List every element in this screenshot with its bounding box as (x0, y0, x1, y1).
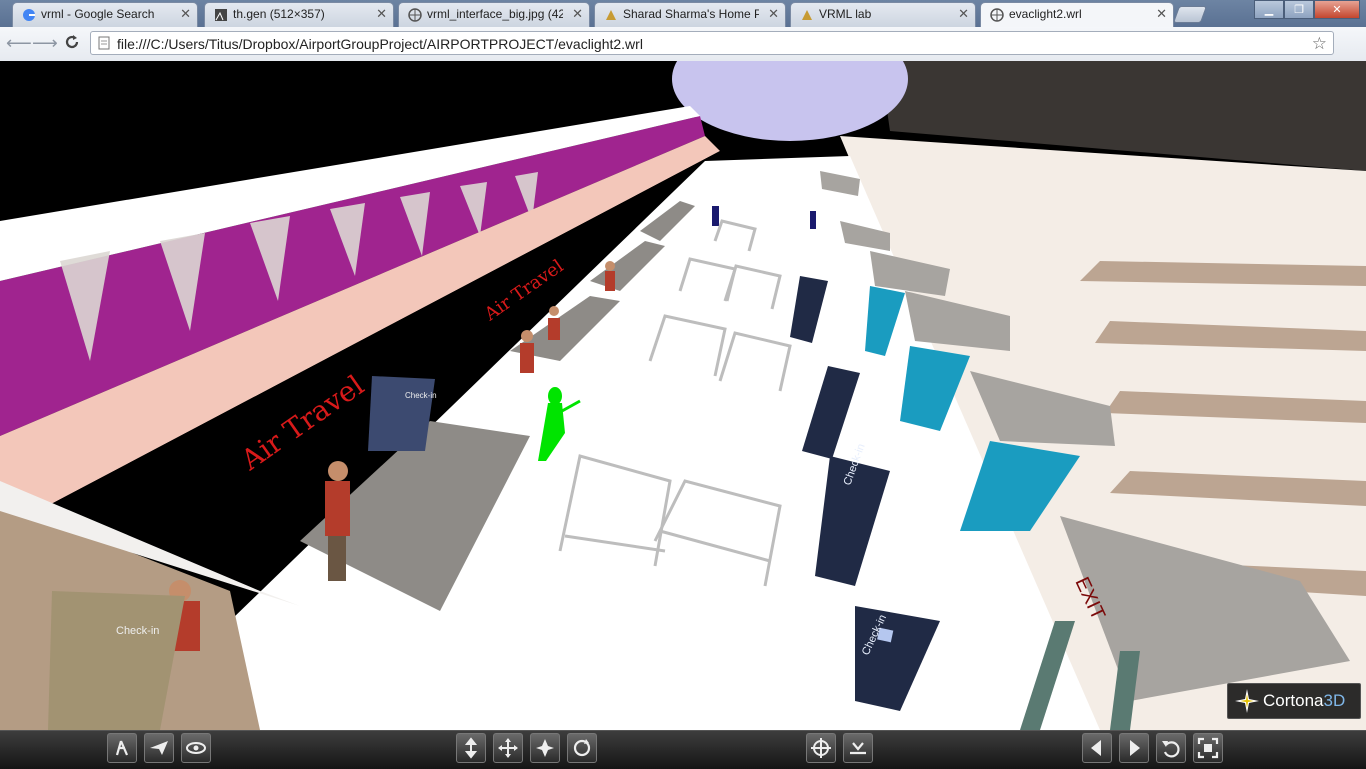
url-text: file:///C:/Users/Titus/Dropbox/AirportGr… (117, 36, 643, 52)
tab-title: vrml - Google Search (41, 7, 155, 21)
close-window-button[interactable]: ✕ (1314, 0, 1360, 19)
fly-icon (150, 741, 168, 755)
fly-button[interactable] (144, 733, 174, 763)
page-icon (799, 7, 814, 22)
window-controls: ▁ ❐ ✕ (1254, 0, 1360, 19)
previous-viewpoint-icon (1091, 740, 1101, 756)
cortona-toolbar (0, 730, 1366, 769)
forward-button[interactable]: ⟶ (32, 33, 58, 53)
google-icon (21, 7, 36, 22)
vrml-viewport[interactable]: Air Travel Air Travel Check-in Check-in … (0, 61, 1366, 730)
plan-icon (464, 737, 478, 759)
study-button[interactable] (181, 733, 211, 763)
close-icon[interactable]: ✕ (572, 6, 583, 22)
tab-image-th-gen[interactable]: th.gen (512×357) ✕ (204, 2, 394, 27)
cortona-logo: Cortona3D (1227, 683, 1361, 719)
walk-icon (115, 740, 129, 756)
fit-icon (1197, 737, 1219, 759)
close-icon[interactable]: ✕ (768, 6, 779, 22)
bookmark-star-icon[interactable]: ☆ (1312, 34, 1327, 54)
restore-button[interactable] (1156, 733, 1186, 763)
minimize-button[interactable]: ▁ (1254, 0, 1284, 19)
page-icon (98, 36, 110, 50)
align-button[interactable] (843, 733, 873, 763)
tab-title: evaclight2.wrl (1009, 7, 1082, 21)
globe-icon (989, 7, 1004, 22)
tab-vrml-interface[interactable]: vrml_interface_big.jpg (420× ✕ (398, 2, 590, 27)
goto-icon (811, 738, 831, 758)
airport-3d-scene: Air Travel Air Travel Check-in Check-in … (0, 61, 1366, 730)
kiosk-label: Check-in (116, 625, 159, 637)
globe-icon (407, 7, 422, 22)
back-button[interactable]: ⟵ (6, 33, 32, 53)
restore-icon (1162, 741, 1180, 758)
roll-button[interactable] (567, 733, 597, 763)
pan-button[interactable] (493, 733, 523, 763)
turn-icon (536, 739, 554, 757)
browser-toolbar: ⟵ ⟶ file:///C:/Users/Titus/Dropbox/Airpo… (0, 27, 1366, 79)
tab-vrml-lab[interactable]: VRML lab ✕ (790, 2, 976, 27)
cortona-brand: Cortona3D (1263, 691, 1346, 710)
tab-google-search[interactable]: vrml - Google Search ✕ (12, 2, 198, 27)
page-icon (603, 7, 618, 22)
next-viewpoint-icon (1130, 740, 1140, 756)
address-bar[interactable]: file:///C:/Users/Titus/Dropbox/AirportGr… (90, 31, 1334, 55)
goto-button[interactable] (806, 733, 836, 763)
new-tab-button[interactable] (1172, 6, 1208, 23)
pan-icon (498, 738, 518, 758)
tab-title: Sharad Sharma's Home Pag (623, 7, 759, 21)
study-icon (186, 742, 206, 754)
maximize-button[interactable]: ❐ (1284, 0, 1314, 19)
reload-button[interactable] (62, 33, 82, 53)
turn-button[interactable] (530, 733, 560, 763)
fit-button[interactable] (1193, 733, 1223, 763)
image-icon (213, 7, 228, 22)
roll-icon (573, 739, 591, 757)
tab-strip: vrml - Google Search ✕ th.gen (512×357) … (0, 0, 1366, 27)
tab-title: VRML lab (819, 7, 872, 21)
walk-button[interactable] (107, 733, 137, 763)
next-viewpoint-button[interactable] (1119, 733, 1149, 763)
tab-sharad-sharma[interactable]: Sharad Sharma's Home Pag ✕ (594, 2, 786, 27)
close-icon[interactable]: ✕ (1156, 6, 1167, 22)
kiosk: Check-in (368, 376, 437, 451)
close-icon[interactable]: ✕ (180, 6, 191, 22)
tab-title: th.gen (512×357) (233, 7, 325, 21)
tab-title: vrml_interface_big.jpg (420× (427, 7, 563, 21)
reload-icon (65, 35, 79, 49)
previous-viewpoint-button[interactable] (1082, 733, 1112, 763)
tab-evaclight2[interactable]: evaclight2.wrl ✕ (980, 2, 1174, 27)
cortona-logo-icon (1235, 689, 1259, 713)
plan-button[interactable] (456, 733, 486, 763)
kiosk-label: Check-in (405, 391, 437, 400)
close-icon[interactable]: ✕ (958, 6, 969, 22)
close-icon[interactable]: ✕ (376, 6, 387, 22)
align-icon (850, 742, 866, 755)
